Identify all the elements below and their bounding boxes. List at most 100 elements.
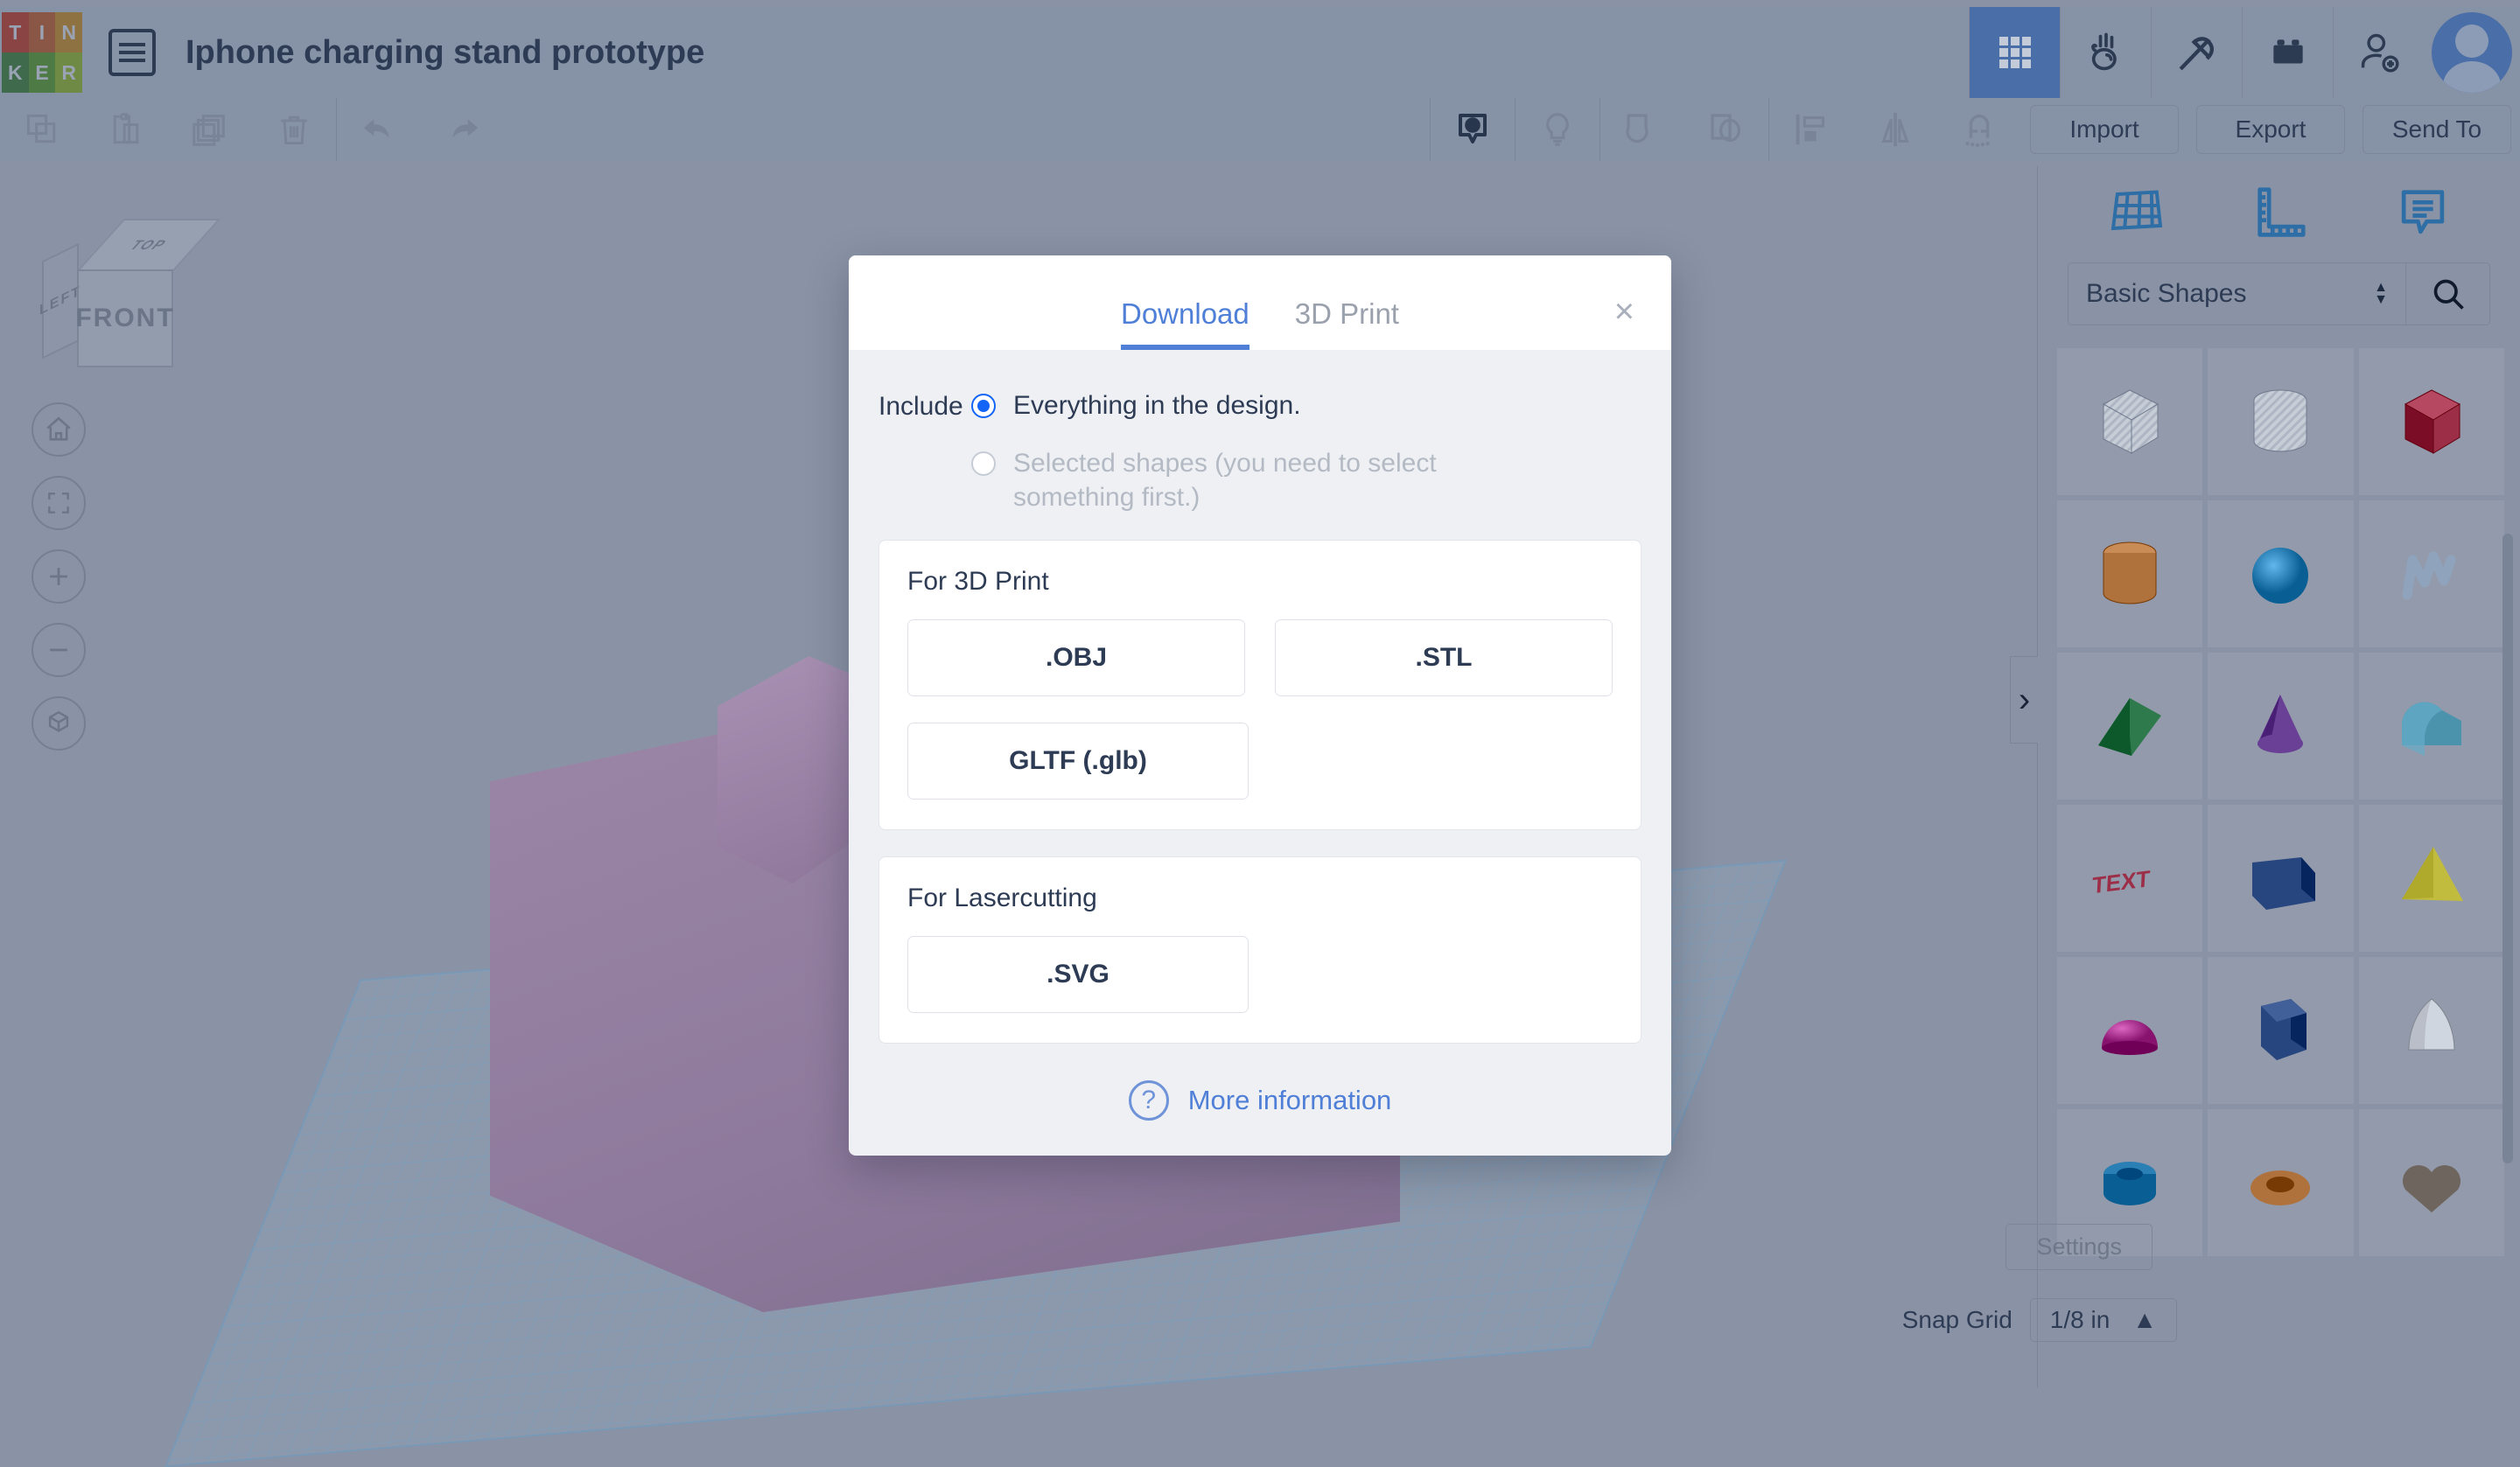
shape-item-text[interactable]: TEXT [2057, 805, 2202, 952]
caret-down: ▼ [2374, 296, 2388, 304]
add-person-icon[interactable] [2333, 7, 2424, 98]
include-options: Everything in the design. Selected shape… [971, 388, 1503, 515]
format-row: GLTF (.glb) [907, 723, 1613, 800]
more-information-link[interactable]: ? More information [878, 1070, 1642, 1121]
chevron-right-icon[interactable]: › [2010, 656, 2038, 744]
view-cube[interactable]: TOP LEFT FRONT [42, 219, 200, 372]
mirror-icon[interactable] [1853, 98, 1937, 161]
trash-icon[interactable] [252, 98, 336, 161]
panel-tool-icons [2038, 166, 2520, 262]
section-for-lasercutting: For Lasercutting .SVG [878, 856, 1642, 1044]
tab-3d-print[interactable]: 3D Print [1295, 297, 1399, 350]
cube-arrow-icon[interactable] [32, 696, 86, 751]
snap-grid-select[interactable]: 1/8 in ▲ [2030, 1298, 2177, 1342]
sphere-thumbnail [2236, 530, 2324, 618]
shape-item-wedge[interactable] [2208, 805, 2353, 952]
edit-toolbar: Import Export Send To [0, 98, 2520, 161]
note-marker-icon[interactable] [1431, 98, 1515, 161]
search-icon[interactable] [2406, 262, 2490, 325]
tab-download[interactable]: Download [1121, 297, 1250, 350]
send-to-button[interactable]: Send To [2362, 105, 2511, 154]
shape-item-sphere[interactable] [2208, 500, 2353, 647]
shape-item-polygon-prism[interactable] [2208, 957, 2353, 1104]
home-icon[interactable] [32, 402, 86, 457]
logo-tile-e: E [29, 52, 56, 93]
cylinder-hole-thumbnail [2236, 378, 2324, 465]
chevron-updown-icon: ▲ ▼ [2374, 283, 2388, 304]
box-hole-thumbnail [2086, 378, 2174, 465]
undo-arrow-icon[interactable] [337, 98, 421, 161]
lego-brick-icon[interactable] [2242, 7, 2333, 98]
settings-button[interactable]: Settings [2006, 1224, 2152, 1270]
option-selected-shapes[interactable]: Selected shapes (you need to select some… [971, 446, 1503, 515]
wedge-thumbnail [2236, 835, 2324, 922]
radio-selected-shapes[interactable] [971, 451, 996, 476]
avatar-image [2432, 12, 2512, 93]
view-cube-left[interactable]: LEFT [42, 243, 79, 359]
panel-scrollbar[interactable] [2502, 534, 2513, 1163]
shape-library-select[interactable]: Basic Shapes ▲ ▼ [2068, 262, 2406, 325]
note-bubble-icon[interactable] [2392, 182, 2454, 248]
download-gltf-button[interactable]: GLTF (.glb) [907, 723, 1249, 800]
shape-item-box-hole[interactable] [2057, 348, 2202, 495]
shape-item-half-sphere[interactable] [2057, 957, 2202, 1104]
hamburger-line [119, 43, 145, 46]
group-shapes-icon[interactable] [1600, 98, 1684, 161]
view-cube-top[interactable]: TOP [77, 219, 220, 271]
shape-item-box[interactable] [2359, 348, 2504, 495]
heart-thumbnail [2388, 1139, 2475, 1226]
fit-frame-icon[interactable] [32, 476, 86, 530]
tinkercad-logo[interactable]: T I N K E R [2, 12, 82, 93]
hamburger-list-icon[interactable] [108, 29, 156, 76]
text-thumbnail: TEXT [2086, 835, 2174, 922]
radio-everything[interactable] [971, 394, 996, 418]
shape-item-paraboloid[interactable] [2359, 957, 2504, 1104]
shape-item-cylinder-hole[interactable] [2208, 348, 2353, 495]
tube-thumbnail [2086, 1139, 2174, 1226]
lightbulb-icon[interactable] [1516, 98, 1600, 161]
shape-item-heart[interactable] [2359, 1109, 2504, 1256]
option-everything[interactable]: Everything in the design. [971, 388, 1503, 423]
plus-icon[interactable] [32, 549, 86, 604]
view-cube-front[interactable]: FRONT [77, 269, 173, 367]
download-svg-button[interactable]: .SVG [907, 936, 1249, 1013]
download-stl-button[interactable]: .STL [1275, 619, 1613, 696]
logo-tile-k: K [2, 52, 29, 93]
import-button[interactable]: Import [2030, 105, 2179, 154]
page-title[interactable]: Iphone charging stand prototype [186, 34, 704, 72]
shape-item-round-roof[interactable] [2359, 653, 2504, 800]
more-information-label: More information [1188, 1085, 1392, 1116]
format-row: .SVG [907, 936, 1613, 1013]
shape-item-pyramid[interactable] [2359, 805, 2504, 952]
shape-item-cone[interactable] [2208, 653, 2353, 800]
shape-item-cylinder[interactable] [2057, 500, 2202, 647]
minus-icon[interactable] [32, 623, 86, 677]
close-icon[interactable]: × [1614, 294, 1634, 329]
pickaxe-icon[interactable] [2151, 7, 2242, 98]
copy-icon[interactable] [0, 98, 84, 161]
magnet-icon[interactable] [1937, 98, 2021, 161]
cone-thumbnail [2236, 682, 2324, 770]
section-for-3d-print: For 3D Print .OBJ .STL GLTF (.glb) [878, 540, 1642, 830]
duplicate-icon[interactable] [168, 98, 252, 161]
shape-item-scribble[interactable] [2359, 500, 2504, 647]
section-title-lasercutting: For Lasercutting [907, 884, 1613, 913]
cylinder-thumbnail [2086, 530, 2174, 618]
svg-text:TEXT: TEXT [2092, 865, 2152, 898]
export-button[interactable]: Export [2196, 105, 2345, 154]
ungroup-shapes-icon[interactable] [1684, 98, 1768, 161]
paste-clipboard-icon[interactable] [84, 98, 168, 161]
circuits-hand-icon[interactable] [2060, 7, 2151, 98]
hamburger-line [119, 59, 145, 62]
download-obj-button[interactable]: .OBJ [907, 619, 1245, 696]
top-right-modes [1969, 7, 2520, 98]
ruler-icon[interactable] [2250, 182, 2311, 248]
align-icon[interactable] [1769, 98, 1853, 161]
avatar[interactable] [2424, 7, 2520, 98]
shape-item-torus[interactable] [2208, 1109, 2353, 1256]
workplane-grid-icon[interactable] [2105, 181, 2168, 248]
paraboloid-thumbnail [2388, 987, 2475, 1074]
redo-arrow-icon[interactable] [421, 98, 505, 161]
shape-item-roof[interactable] [2057, 653, 2202, 800]
grid-icon[interactable] [1969, 7, 2060, 98]
